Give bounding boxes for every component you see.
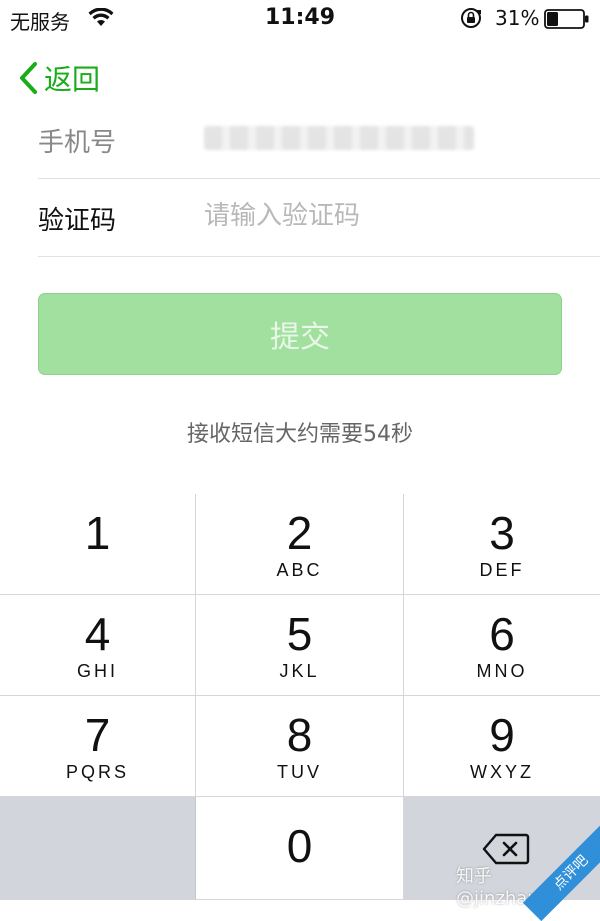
key-6[interactable]: 6 MNO bbox=[404, 595, 600, 696]
chevron-left-icon bbox=[20, 62, 37, 94]
key-letters: TUV bbox=[277, 762, 322, 782]
status-bar: 写验证码 无服务 11:49 31% bbox=[0, 0, 600, 53]
key-digit: 4 bbox=[84, 608, 111, 660]
sms-wait-hint: 接收短信大约需要54秒 bbox=[187, 422, 413, 447]
key-letters: WXYZ bbox=[470, 762, 534, 782]
key-4[interactable]: 4 GHI bbox=[0, 595, 196, 696]
key-digit: 7 bbox=[84, 709, 111, 761]
key-digit: 9 bbox=[489, 709, 515, 761]
rotation-lock-icon bbox=[461, 8, 481, 28]
verification-code-row: 验证码 bbox=[38, 178, 600, 257]
verification-code-label: 验证码 bbox=[38, 206, 117, 236]
key-0[interactable]: 0 bbox=[196, 797, 404, 900]
key-8[interactable]: 8 TUV bbox=[196, 696, 404, 797]
key-7[interactable]: 7 PQRS bbox=[0, 696, 196, 797]
submit-button[interactable]: 提交 bbox=[38, 293, 562, 375]
key-9[interactable]: 9 WXYZ bbox=[404, 696, 600, 797]
key-digit: 0 bbox=[286, 820, 313, 872]
backspace-icon bbox=[482, 833, 530, 865]
key-letters: JKL bbox=[279, 661, 320, 681]
key-blank bbox=[0, 797, 196, 900]
phone-label: 手机号 bbox=[38, 128, 117, 158]
verification-code-input[interactable] bbox=[204, 196, 564, 236]
key-letters: DEF bbox=[479, 560, 525, 580]
key-letters: ABC bbox=[276, 560, 323, 580]
key-digit: 1 bbox=[84, 507, 111, 559]
key-letters: GHI bbox=[76, 661, 118, 681]
key-5[interactable]: 5 JKL bbox=[196, 595, 404, 696]
back-button[interactable]: 返回 bbox=[16, 58, 100, 98]
key-letters: PQRS bbox=[65, 762, 129, 782]
key-1[interactable]: 1 bbox=[0, 494, 196, 595]
battery-percentage: 31% bbox=[495, 6, 540, 30]
key-digit: 3 bbox=[489, 507, 515, 559]
back-label: 返回 bbox=[44, 63, 101, 96]
phone-row: 手机号 bbox=[38, 100, 600, 179]
key-3[interactable]: 3 DEF bbox=[404, 494, 600, 595]
key-digit: 2 bbox=[286, 507, 313, 559]
key-letters: MNO bbox=[476, 661, 528, 681]
numeric-keypad: 1 2 ABC 3 DEF 4 GHI 5 JKL 6 MNO 7 PQRS 8… bbox=[0, 494, 600, 900]
key-digit: 5 bbox=[286, 608, 313, 660]
key-digit: 8 bbox=[286, 709, 313, 761]
key-2[interactable]: 2 ABC bbox=[196, 494, 404, 595]
key-digit: 6 bbox=[489, 608, 515, 660]
phone-number-redacted bbox=[204, 126, 474, 150]
battery-icon bbox=[544, 9, 589, 29]
